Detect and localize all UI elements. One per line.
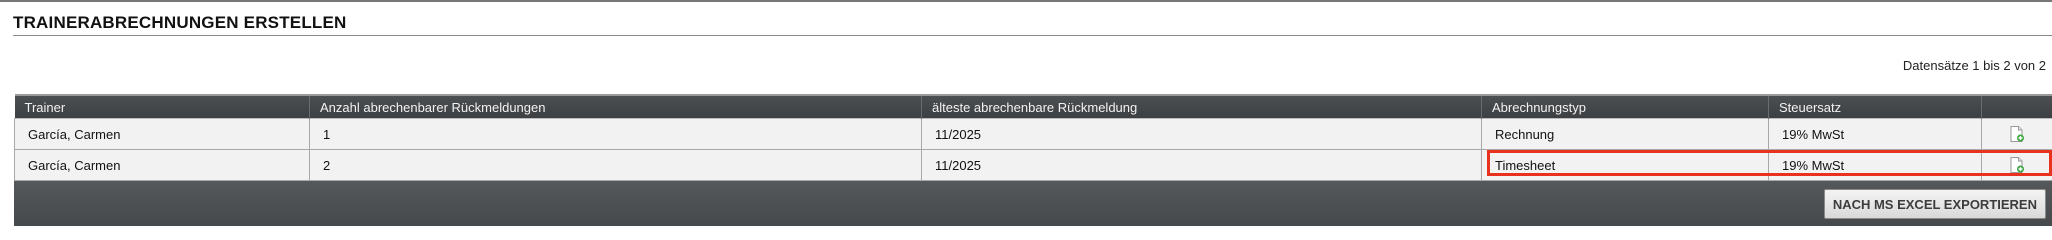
- page: TRAINERABRECHNUNGEN ERSTELLEN Datensätze…: [0, 0, 2052, 236]
- column-header-oldest[interactable]: älteste abrechenbare Rückmeldung: [921, 94, 1482, 119]
- cell-action: [1981, 149, 2052, 181]
- add-document-icon[interactable]: [2010, 157, 2024, 174]
- cell-trainer: García, Carmen: [14, 149, 310, 181]
- column-header-tax[interactable]: Steuersatz: [1768, 94, 1982, 119]
- column-header-count[interactable]: Anzahl abrechenbarer Rückmeldungen: [309, 94, 922, 119]
- cell-tax: 19% MwSt: [1768, 118, 1982, 150]
- cell-type: Rechnung: [1481, 118, 1769, 150]
- title-divider: [13, 35, 2052, 36]
- cell-count: 2: [309, 149, 922, 181]
- column-header-type[interactable]: Abrechnungstyp: [1481, 94, 1769, 119]
- cell-action: [1981, 118, 2052, 150]
- table-row: García, Carmen 1 11/2025 Rechnung 19% Mw…: [14, 118, 2052, 150]
- cell-oldest: 11/2025: [921, 118, 1482, 150]
- cell-count: 1: [309, 118, 922, 150]
- table-row: García, Carmen 2 11/2025 Timesheet 19% M…: [14, 149, 2052, 181]
- cell-type: Timesheet: [1481, 149, 1769, 181]
- top-divider: [0, 0, 2052, 2]
- cell-trainer: García, Carmen: [14, 118, 310, 150]
- add-document-icon-graphic: [2010, 126, 2024, 143]
- column-header-action: [1981, 94, 2052, 119]
- billing-table: Trainer Anzahl abrechenbarer Rückmeldung…: [14, 94, 2052, 181]
- add-document-icon[interactable]: [2010, 126, 2024, 143]
- add-document-icon-graphic: [2010, 157, 2024, 174]
- export-excel-button[interactable]: NACH MS EXCEL EXPORTIEREN: [1823, 189, 2046, 219]
- cell-tax: 19% MwSt: [1768, 149, 1982, 181]
- cell-oldest: 11/2025: [921, 149, 1482, 181]
- column-header-trainer[interactable]: Trainer: [14, 94, 310, 119]
- table-header-row: Trainer Anzahl abrechenbarer Rückmeldung…: [14, 94, 2052, 119]
- table-footer-bar: NACH MS EXCEL EXPORTIEREN: [14, 181, 2052, 226]
- page-title: TRAINERABRECHNUNGEN ERSTELLEN: [13, 13, 347, 32]
- record-count: Datensätze 1 bis 2 von 2: [1902, 58, 2046, 73]
